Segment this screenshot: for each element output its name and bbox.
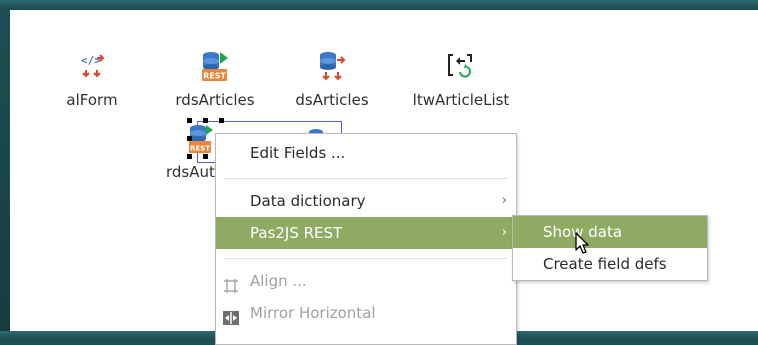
menu-item-pas2js-rest[interactable]: Pas2JS REST › [216, 217, 516, 249]
mouse-cursor-icon [575, 232, 591, 260]
svg-text:REST: REST [203, 72, 226, 81]
component-label: dsArticles [295, 91, 369, 109]
menu-item-mirror-horizontal[interactable]: Mirror Horizontal [216, 297, 516, 329]
selection-handle[interactable] [203, 118, 208, 123]
selection-handle[interactable] [219, 118, 224, 123]
submenu-arrow-icon: › [501, 193, 507, 208]
form-component-icon: </> [76, 50, 108, 82]
align-icon [223, 273, 239, 293]
selection-handle[interactable] [203, 154, 208, 159]
menu-separator [224, 258, 508, 259]
menu-item-data-dictionary[interactable]: Data dictionary › [216, 185, 516, 217]
mirror-horizontal-icon [223, 305, 239, 325]
context-menu: Edit Fields ... Data dictionary › Pas2JS… [215, 133, 517, 345]
list-widget-icon [445, 50, 477, 82]
component-alform[interactable]: </> alForm [62, 50, 122, 109]
component-label: alForm [66, 91, 118, 109]
svg-text:REST: REST [190, 145, 210, 153]
component-label: ltwArticleList [412, 91, 510, 109]
menu-item-edit-fields[interactable]: Edit Fields ... [216, 137, 516, 169]
rest-datasource-icon: REST [199, 50, 231, 82]
selection-handle[interactable] [187, 118, 192, 123]
datasource-icon [316, 50, 348, 82]
svg-text:</>: </> [81, 54, 101, 67]
menu-item-show-data[interactable]: Show data [513, 216, 707, 248]
component-label: rdsArticles [175, 91, 255, 109]
component-ltwarticlelist[interactable]: ltwArticleList [406, 50, 516, 109]
selection-handle[interactable] [187, 154, 192, 159]
component-dsarticles[interactable]: dsArticles [293, 50, 371, 109]
menu-item-align[interactable]: Align ... [216, 265, 516, 297]
menu-separator [224, 178, 508, 179]
selection-handle[interactable] [187, 136, 192, 141]
pas2js-rest-submenu: Show data Create field defs [512, 215, 708, 281]
submenu-arrow-icon: › [501, 225, 507, 240]
component-rdsarticles[interactable]: REST rdsArticles [167, 50, 263, 109]
menu-item-create-field-defs[interactable]: Create field defs [513, 248, 707, 280]
